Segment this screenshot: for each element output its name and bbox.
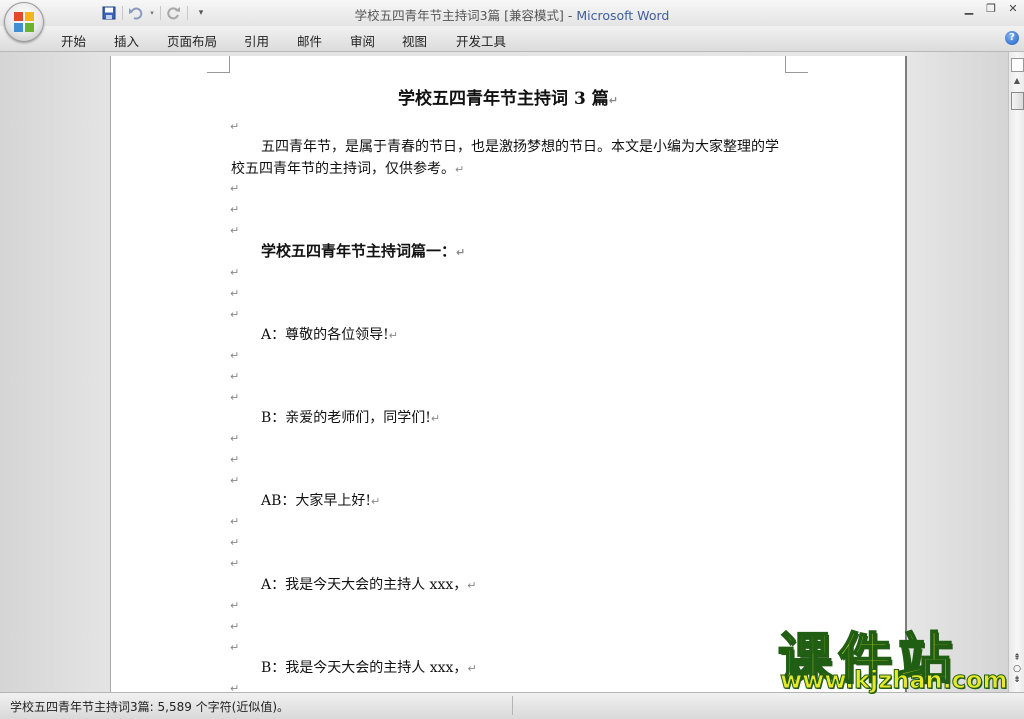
title-bar: ▾ ▾ 学校五四青年节主持词3篇 [兼容模式] - Microsoft Word… (0, 0, 1024, 26)
paragraph-mark: ↵ (230, 266, 240, 279)
tab-developer[interactable]: 开发工具 (456, 31, 506, 50)
script-line-text: A：我是今天大会的主持人 xxx， (261, 577, 468, 593)
crop-mark-top-left (207, 56, 230, 73)
script-line-text: AB：大家早上好! (261, 493, 372, 509)
close-icon[interactable]: ✕ (1006, 2, 1020, 15)
intro-paragraph: 五四青年节，是属于青春的节日，也是激扬梦想的节日。本文是小编为大家整理的学 校五… (231, 136, 791, 181)
tab-page-layout[interactable]: 页面布局 (167, 31, 217, 50)
paragraph-mark: ↵ (230, 453, 240, 466)
script-line-4: A：我是今天大会的主持人 xxx，↵ (261, 574, 476, 594)
document-workspace: 学校五四青年节主持词 3 篇↵ ↵ 五四青年节，是属于青春的节日，也是激扬梦想的… (0, 52, 1008, 692)
paragraph-mark: ↵ (230, 287, 240, 300)
window-title: 学校五四青年节主持词3篇 [兼容模式] - Microsoft Word (0, 5, 1024, 24)
paragraph-mark: ↵ (388, 329, 398, 342)
script-line-3: AB：大家早上好!↵ (261, 490, 380, 510)
tab-insert[interactable]: 插入 (114, 31, 139, 50)
tab-view[interactable]: 视图 (402, 31, 427, 50)
paragraph-mark: ↵ (230, 370, 240, 383)
section-heading-text: 学校五四青年节主持词篇一： (261, 242, 457, 260)
document-title-text: 学校五四青年节主持词 3 篇 (398, 89, 609, 109)
paragraph-mark: ↵ (230, 536, 240, 549)
paragraph-mark: ↵ (230, 515, 240, 528)
status-bar: 学校五四青年节主持词3篇: 5,589 个字符(近似值)。 (0, 692, 1024, 719)
script-line-5: B：我是今天大会的主持人 xxx，↵ (261, 657, 477, 677)
paragraph-mark: ↵ (230, 203, 240, 216)
status-word-count[interactable]: 学校五四青年节主持词3篇: 5,589 个字符(近似值)。 (10, 698, 289, 715)
tab-references[interactable]: 引用 (244, 31, 269, 50)
script-line-text: A：尊敬的各位领导! (261, 327, 389, 343)
paragraph-mark: ↵ (230, 474, 240, 487)
paragraph-mark: ↵ (230, 641, 240, 654)
paragraph-mark: ↵ (230, 224, 240, 237)
intro-line-2-text: 校五四青年节的主持词，仅供参考。 (231, 161, 455, 177)
title-separator: - (563, 8, 577, 23)
ribbon-tab-bar: 开始 插入 页面布局 引用 邮件 审阅 视图 开发工具 ? (0, 26, 1024, 52)
office-button[interactable] (4, 2, 44, 42)
tab-home[interactable]: 开始 (61, 31, 86, 50)
intro-line-1: 五四青年节，是属于青春的节日，也是激扬梦想的节日。本文是小编为大家整理的学 (261, 139, 779, 155)
paragraph-mark: ↵ (230, 682, 240, 692)
document-title: 学校五四青年节主持词 3 篇↵ (111, 84, 905, 109)
minimize-icon[interactable]: ▁ (962, 2, 976, 15)
restore-icon[interactable]: ❐ (984, 2, 998, 15)
next-page-icon[interactable]: ⇟ (1009, 675, 1024, 686)
view-ruler-icon[interactable] (1011, 58, 1024, 72)
window-controls: ▁ ❐ ✕ (962, 2, 1020, 15)
crop-mark-top-right (785, 56, 808, 73)
paragraph-mark: ↵ (230, 120, 240, 133)
paragraph-mark: ↵ (230, 599, 240, 612)
script-line-text: B：亲爱的老师们，同学们! (261, 410, 431, 426)
paragraph-mark: ↵ (230, 182, 240, 195)
paragraph-mark: ↵ (430, 412, 441, 425)
application-name: Microsoft Word (576, 8, 670, 23)
script-line-text: B：我是今天大会的主持人 xxx， (261, 660, 468, 676)
scroll-up-icon[interactable]: ▲ (1011, 76, 1023, 88)
previous-page-icon[interactable]: ⇞ (1009, 653, 1024, 664)
document-name: 学校五四青年节主持词3篇 [兼容模式] (354, 8, 564, 23)
paragraph-mark: ↵ (230, 391, 240, 404)
intro-line-2: 校五四青年节的主持词，仅供参考。↵ (231, 158, 791, 181)
vertical-scrollbar[interactable]: ▲ ⇞ ○ ⇟ (1008, 52, 1024, 692)
help-icon[interactable]: ? (1005, 31, 1019, 45)
status-divider (512, 696, 513, 715)
paragraph-mark: ↵ (608, 94, 618, 107)
watermark-url: www.kjzhan.com (779, 666, 1008, 695)
paragraph-mark: ↵ (230, 557, 240, 570)
paragraph-mark: ↵ (467, 662, 477, 675)
browse-buttons: ⇞ ○ ⇟ (1009, 653, 1024, 686)
paragraph-mark: ↵ (230, 308, 240, 321)
paragraph-mark: ↵ (456, 246, 466, 259)
tab-review[interactable]: 审阅 (350, 31, 375, 50)
paragraph-mark: ↵ (371, 495, 381, 508)
paragraph-mark: ↵ (230, 349, 240, 362)
paragraph-mark: ↵ (230, 620, 240, 633)
section-heading: 学校五四青年节主持词篇一：↵ (261, 240, 465, 261)
paragraph-mark: ↵ (455, 163, 465, 176)
script-line-2: B：亲爱的老师们，同学们!↵ (261, 407, 440, 427)
paragraph-mark: ↵ (230, 432, 240, 445)
scroll-thumb[interactable] (1011, 92, 1024, 110)
script-line-1: A：尊敬的各位领导!↵ (261, 324, 398, 344)
document-page[interactable]: 学校五四青年节主持词 3 篇↵ ↵ 五四青年节，是属于青春的节日，也是激扬梦想的… (110, 56, 907, 692)
tab-mailings[interactable]: 邮件 (297, 31, 322, 50)
office-logo-icon (14, 12, 34, 32)
select-browse-object-icon[interactable]: ○ (1009, 664, 1024, 675)
paragraph-mark: ↵ (467, 579, 477, 592)
